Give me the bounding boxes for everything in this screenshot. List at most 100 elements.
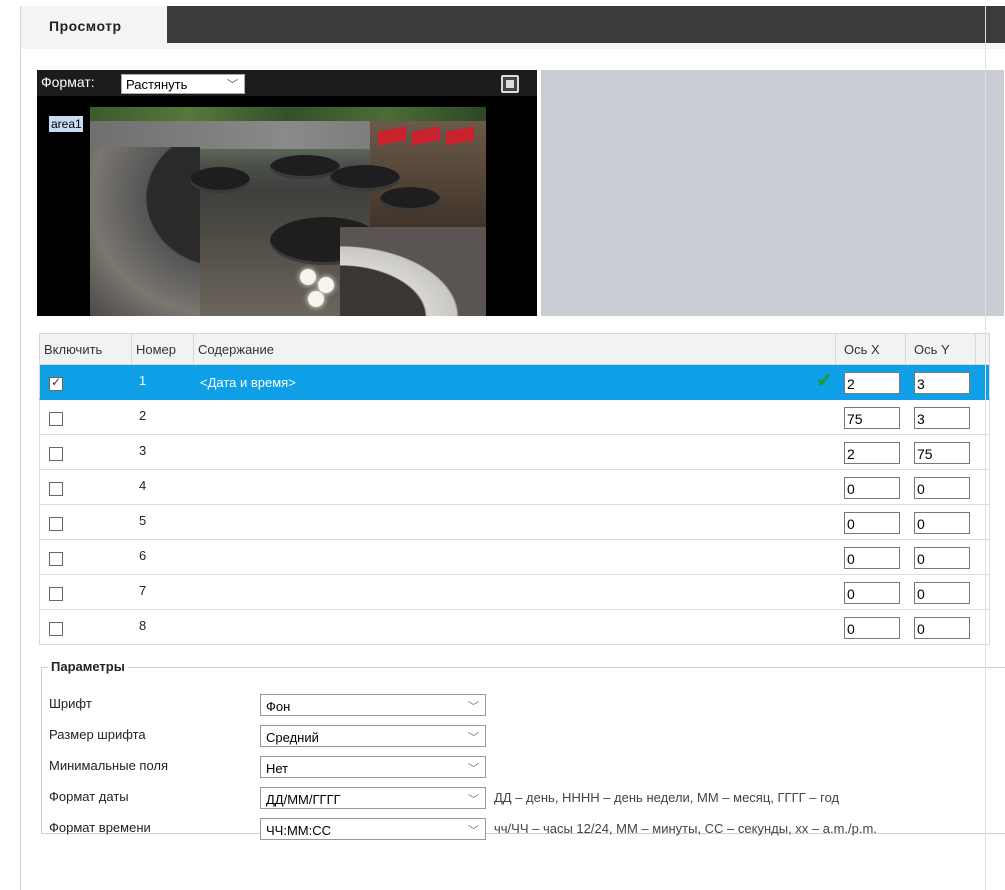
min-margins-select[interactable]: Нет ﹀: [260, 756, 486, 778]
param-font-size-label: Размер шрифта: [49, 727, 146, 742]
row-number: 8: [139, 618, 147, 633]
table-row[interactable]: 5 00: [39, 505, 990, 540]
tab-preview[interactable]: Просмотр: [21, 6, 167, 43]
axis-x-input[interactable]: 0: [844, 582, 900, 604]
tab-bar: Просмотр: [21, 6, 1005, 43]
time-format-select-value: ЧЧ:ММ:СС: [266, 823, 331, 838]
scene-umbrella: [330, 165, 400, 191]
scene-lamp: [318, 277, 334, 293]
scene-counter: [340, 227, 486, 316]
scene-umbrella: [190, 167, 250, 193]
chevron-down-icon: ﹀: [468, 701, 479, 713]
axis-y-input[interactable]: 3: [914, 372, 970, 394]
tab-underbar: [21, 43, 1005, 49]
axis-x-input[interactable]: 2: [844, 372, 900, 394]
camera-image: [90, 107, 486, 316]
chevron-down-icon: ﹀: [227, 79, 238, 91]
table-row[interactable]: 2 75 3: [39, 400, 990, 435]
font-select-value: Фон: [266, 699, 291, 714]
checkmark-icon[interactable]: ✔: [816, 368, 833, 393]
axis-y-input[interactable]: 0: [914, 617, 970, 639]
param-date-format-label: Формат даты: [49, 789, 129, 804]
param-font-label: Шрифт: [49, 696, 92, 711]
min-margins-select-value: Нет: [266, 761, 289, 776]
table-row[interactable]: 4 00: [39, 470, 990, 505]
date-format-hint: ДД – день, НННН – день недели, ММ – меся…: [494, 790, 840, 805]
table-row[interactable]: 6 00: [39, 540, 990, 575]
row-content[interactable]: <Дата и время>: [200, 375, 296, 390]
scene-lamp: [300, 269, 316, 285]
params-title: Параметры: [48, 659, 128, 674]
scene-umbrella: [380, 187, 440, 211]
area-tag[interactable]: area1: [49, 116, 83, 132]
axis-y-input[interactable]: 75: [914, 442, 970, 464]
main-frame: Просмотр Формат: Растянуть ﹀ area1 Включ…: [20, 6, 1005, 890]
axis-y-input[interactable]: 0: [914, 477, 970, 499]
header-axis-y: Ось Y: [906, 334, 976, 364]
enable-checkbox[interactable]: [49, 412, 63, 426]
header-number: Номер: [132, 334, 194, 364]
axis-x-input[interactable]: 75: [844, 407, 900, 429]
date-format-select-value: ДД/ММ/ГГГГ: [266, 792, 341, 807]
params-group: Параметры Шрифт Фон ﹀ Размер шрифта Сред…: [41, 659, 1005, 840]
param-font: Шрифт Фон ﹀: [42, 692, 1002, 718]
scene-lamp: [308, 291, 324, 307]
param-min-margins: Минимальные поля Нет ﹀: [42, 754, 1002, 780]
axis-x-input[interactable]: 2: [844, 442, 900, 464]
axis-y-input[interactable]: 3: [914, 407, 970, 429]
enable-checkbox[interactable]: [49, 447, 63, 461]
axis-y-input[interactable]: 0: [914, 547, 970, 569]
format-label: Формат:: [41, 74, 95, 90]
format-select-value: Растянуть: [126, 77, 188, 92]
axis-x-input[interactable]: 0: [844, 617, 900, 639]
scrollbar[interactable]: [985, 6, 986, 890]
time-format-select[interactable]: ЧЧ:ММ:СС ﹀: [260, 818, 486, 840]
row-number: 4: [139, 478, 147, 493]
video-preview: Формат: Растянуть ﹀ area1: [37, 70, 537, 316]
preview-placeholder: [541, 70, 1004, 316]
table-row[interactable]: 8 00: [39, 610, 990, 645]
table-row[interactable]: 1 <Дата и время> ✔ 23: [39, 365, 990, 400]
chevron-down-icon: ﹀: [468, 794, 479, 806]
video-header: Формат: Растянуть ﹀: [37, 70, 537, 96]
chevron-down-icon: ﹀: [468, 825, 479, 837]
axis-y-input[interactable]: 0: [914, 582, 970, 604]
date-format-select[interactable]: ДД/ММ/ГГГГ ﹀: [260, 787, 486, 809]
chevron-down-icon: ﹀: [468, 763, 479, 775]
enable-checkbox[interactable]: [49, 517, 63, 531]
param-min-margins-label: Минимальные поля: [49, 758, 169, 773]
row-number: 3: [139, 443, 147, 458]
param-font-size: Размер шрифта Средний ﹀: [42, 723, 1002, 749]
enable-checkbox[interactable]: [49, 482, 63, 496]
chevron-down-icon: ﹀: [468, 732, 479, 744]
time-format-hint: чч/ЧЧ – часы 12/24, ММ – минуты, СС – се…: [494, 821, 877, 836]
param-time-format-label: Формат времени: [49, 820, 151, 835]
fullscreen-icon[interactable]: [501, 75, 519, 93]
row-number: 7: [139, 583, 147, 598]
table-row[interactable]: 7 00: [39, 575, 990, 610]
header-enable: Включить: [40, 334, 132, 364]
row-number: 2: [139, 408, 147, 423]
table-body: 1<Дата и время>✔232753327540050060070080…: [39, 365, 990, 645]
row-number: 5: [139, 513, 147, 528]
font-size-select[interactable]: Средний ﹀: [260, 725, 486, 747]
axis-x-input[interactable]: 0: [844, 512, 900, 534]
param-time-format: Формат времени ЧЧ:ММ:СС ﹀ чч/ЧЧ – часы 1…: [42, 816, 1002, 842]
row-number: 1: [139, 373, 147, 388]
osd-table: Включить Номер Содержание Ось X Ось Y 1 <…: [39, 333, 990, 645]
enable-checkbox[interactable]: [49, 552, 63, 566]
header-axis-x: Ось X: [836, 334, 906, 364]
scene-wall: [90, 147, 200, 316]
enable-checkbox[interactable]: [49, 375, 63, 391]
enable-checkbox[interactable]: [49, 622, 63, 636]
header-content: Содержание: [194, 334, 836, 364]
enable-checkbox[interactable]: [49, 587, 63, 601]
row-number: 6: [139, 548, 147, 563]
font-select[interactable]: Фон ﹀: [260, 694, 486, 716]
axis-x-input[interactable]: 0: [844, 547, 900, 569]
table-row[interactable]: 3 2 75: [39, 435, 990, 470]
format-select[interactable]: Растянуть ﹀: [121, 74, 245, 94]
param-date-format: Формат даты ДД/ММ/ГГГГ ﹀ ДД – день, НННН…: [42, 785, 1002, 811]
axis-y-input[interactable]: 0: [914, 512, 970, 534]
axis-x-input[interactable]: 0: [844, 477, 900, 499]
